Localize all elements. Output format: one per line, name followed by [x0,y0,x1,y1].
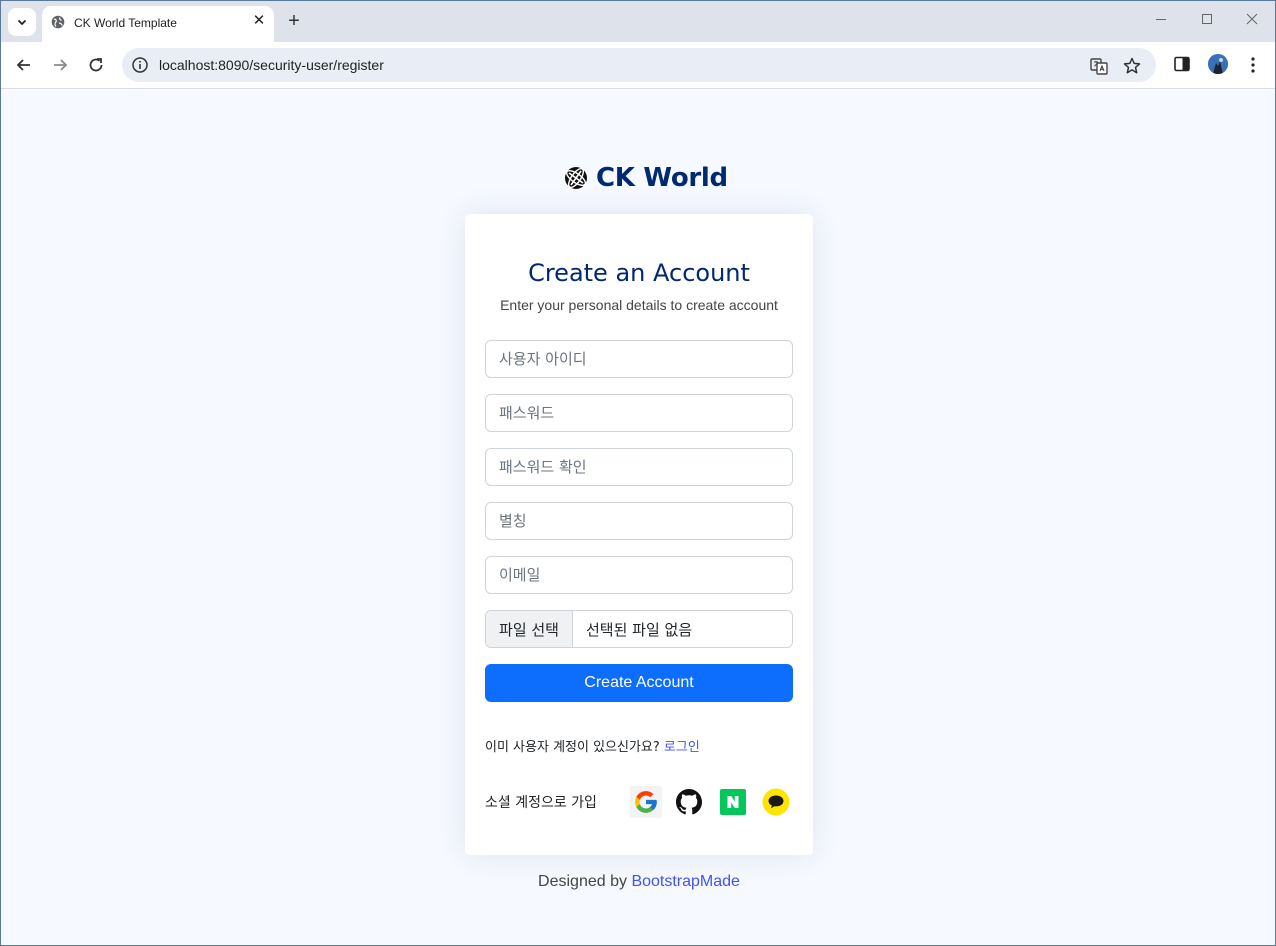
social-signup-row: 소셜 계정으로 가입 [485,786,793,820]
kakao-signup-button[interactable] [760,786,792,818]
email-input[interactable] [485,556,793,594]
github-signup-button[interactable] [673,786,705,818]
browser-toolbar: localhost:8090/security-user/register [1,42,1275,89]
tab-search-button[interactable] [8,8,36,36]
login-prompt-text: 이미 사용자 계정이 있으신가요? [485,740,660,755]
file-input[interactable]: 파일 선택 선택된 파일 없음 [485,610,793,648]
register-card: Create an Account Enter your personal de… [465,214,813,855]
tab-title: CK World Template [74,16,177,30]
login-prompt-row: 이미 사용자 계정이 있으신가요? 로그인 [485,736,700,755]
password-confirm-input[interactable] [485,448,793,486]
site-logo[interactable]: CK World [564,162,728,194]
card-title: Create an Account [528,259,750,287]
active-tab[interactable]: CK World Template ✕ [42,6,274,42]
url-text: localhost:8090/security-user/register [159,57,384,73]
translate-icon[interactable] [1089,56,1109,76]
tab-strip: CK World Template ✕ + [1,1,1275,42]
github-icon [676,789,702,815]
google-icon [635,791,657,813]
username-input[interactable] [485,340,793,378]
password-input[interactable] [485,394,793,432]
tab-close-icon[interactable]: ✕ [251,12,267,29]
google-signup-button[interactable] [630,786,662,818]
credits-prefix: Designed by [538,873,627,890]
credits-link[interactable]: BootstrapMade [631,873,740,890]
kakao-icon [762,788,790,816]
window-close-icon[interactable] [1242,9,1262,29]
kebab-menu-icon[interactable] [1245,55,1261,75]
minimize-icon[interactable] [1151,9,1171,29]
social-signup-label: 소셜 계정으로 가입 [485,795,597,811]
file-select-button[interactable]: 파일 선택 [486,611,573,647]
browser-window: CK World Template ✕ + localhost:8090/sec… [0,0,1276,946]
address-bar[interactable]: localhost:8090/security-user/register [122,48,1156,82]
reload-icon[interactable] [85,54,107,76]
login-link[interactable]: 로그인 [664,740,700,755]
bookmark-star-icon[interactable] [1122,56,1142,76]
create-account-button[interactable]: Create Account [485,664,793,702]
site-info-icon[interactable] [131,56,149,74]
globe-icon [51,15,65,29]
logo-text: CK World [596,163,728,193]
card-subtitle: Enter your personal details to create ac… [500,297,778,313]
back-arrow-icon[interactable] [13,54,35,76]
nickname-input[interactable] [485,502,793,540]
forward-arrow-icon[interactable] [49,54,71,76]
maximize-icon[interactable] [1197,9,1217,29]
chevron-down-icon [17,19,27,26]
globe-logo-icon [565,167,587,189]
naver-icon [720,789,746,815]
credits: Designed by BootstrapMade [1,873,1276,891]
avatar-image-icon [1208,54,1228,74]
side-panel-icon[interactable] [1173,55,1191,73]
file-status-text: 선택된 파일 없음 [586,620,693,639]
profile-avatar[interactable] [1208,54,1228,74]
naver-signup-button[interactable] [717,786,749,818]
new-tab-button[interactable]: + [284,10,304,32]
